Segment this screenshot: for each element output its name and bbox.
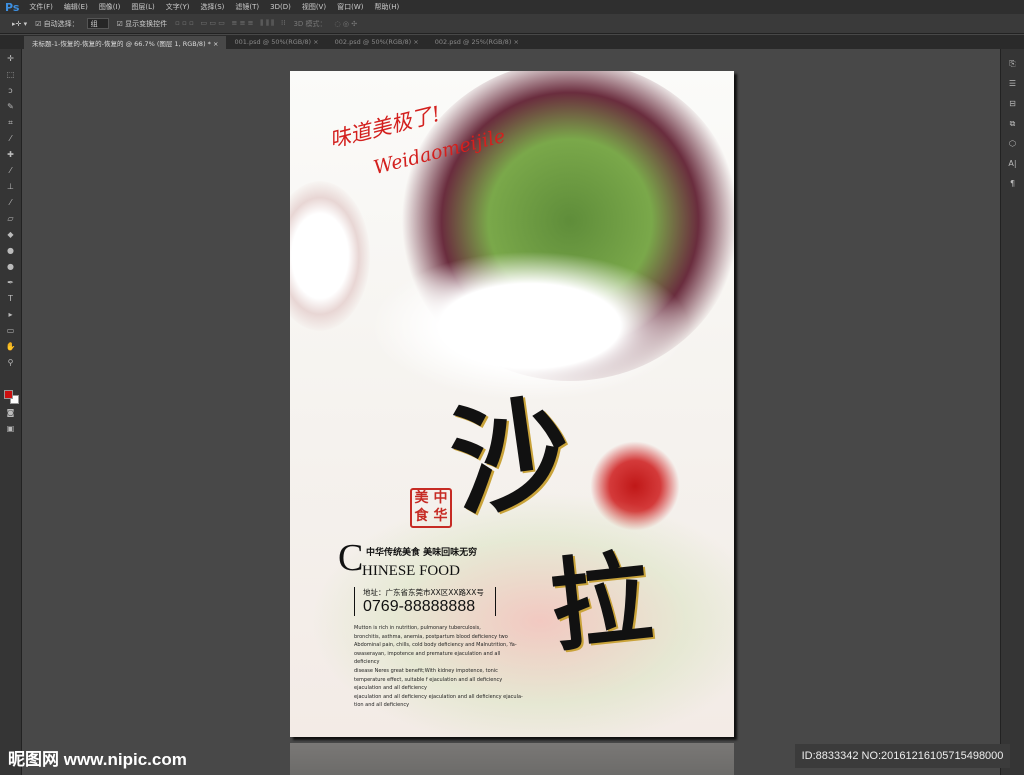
seal-stamp: 美中食华	[410, 488, 452, 528]
auto-select-dropdown[interactable]: 组	[86, 18, 109, 29]
chinese-food-initial: C	[338, 537, 364, 579]
move-tool-icon[interactable]: ✛	[5, 54, 17, 64]
tab-label: 未标题-1-恢复的-恢复的-恢复的 @ 66.7% (图层 1, RGB/8) …	[32, 40, 211, 48]
menu-help[interactable]: 帮助(H)	[374, 2, 399, 12]
eraser-tool-icon[interactable]: ▱	[5, 214, 17, 224]
image-id-label: ID:8833342 NO:20161216105715498000	[795, 744, 1010, 768]
brush-tool-icon[interactable]: ⁄	[5, 166, 17, 176]
close-icon[interactable]: ×	[213, 40, 218, 48]
body-line: temperature effect, suitable f ejaculati…	[354, 676, 503, 683]
body-line: Mutton is rich in nutrition, pulmonary t…	[354, 625, 481, 631]
menu-layer[interactable]: 图层(L)	[131, 2, 154, 12]
close-icon[interactable]: ×	[513, 38, 518, 46]
body-line: ejaculation and all deficiency ejaculati…	[354, 693, 523, 700]
body-line: disease Neres great benefit;With kidney …	[354, 667, 498, 674]
tab-document-1[interactable]: 未标题-1-恢复的-恢复的-恢复的 @ 66.7% (图层 1, RGB/8) …	[24, 36, 227, 49]
history-brush-icon[interactable]: ⁄	[5, 198, 17, 208]
nipic-watermark: 昵图网 www.nipic.com	[8, 750, 187, 769]
poster-canvas[interactable]: 味道美极了! Weidaomeijile 沙 拉 美中食华 C 中华传统美食 美…	[290, 71, 734, 737]
paint-bucket-icon[interactable]: ◆	[5, 230, 17, 240]
menu-3d[interactable]: 3D(D)	[270, 3, 291, 11]
panel-grip[interactable]	[0, 36, 24, 49]
shape-tool-icon[interactable]: ▭	[5, 326, 17, 336]
screen-mode-icon[interactable]: ▣	[5, 424, 17, 434]
lasso-tool-icon[interactable]: ↄ	[5, 86, 17, 96]
tab-label: 002.psd @ 50%(RGB/8)	[334, 38, 412, 46]
foreground-color-swatch[interactable]	[4, 390, 13, 399]
quick-mask-icon[interactable]: ◙	[5, 408, 17, 418]
options-bar: ▸✛ ▾ ☑ 自动选择： 组 ☑ 显示变换控件 ▫ ▫ ▫ ▭ ▭ ▭ ≡ ≡ …	[0, 14, 1024, 34]
subtitle: 中华传统美食 美味回味无穷	[366, 548, 478, 558]
menu-file[interactable]: 文件(F)	[29, 2, 53, 12]
tab-label: 002.psd @ 25%(RGB/8)	[434, 38, 512, 46]
body-line: Abdominal pain, chills, cold body defici…	[354, 642, 517, 649]
seal-char: 华	[433, 508, 448, 524]
tab-document-4[interactable]: 002.psd @ 25%(RGB/8) ×	[427, 36, 527, 49]
close-icon[interactable]: ×	[413, 38, 418, 46]
menu-view[interactable]: 视图(V)	[302, 2, 326, 12]
menu-window[interactable]: 窗口(W)	[337, 2, 363, 12]
chinese-food-heading: HINESE FOOD	[362, 563, 460, 579]
menu-edit[interactable]: 编辑(E)	[64, 2, 88, 12]
path-select-icon[interactable]: ▸	[5, 310, 17, 320]
show-transform-label: 显示变换控件	[125, 19, 168, 28]
menu-image[interactable]: 图像(I)	[99, 2, 121, 12]
quick-select-tool-icon[interactable]: ✎	[5, 102, 17, 112]
tab-document-2[interactable]: 001.psd @ 50%(RGB/8) ×	[226, 36, 326, 49]
3d-icon[interactable]: ⬡	[1007, 139, 1019, 149]
eyedropper-tool-icon[interactable]: ⁄	[5, 134, 17, 144]
menu-select[interactable]: 选择(S)	[200, 2, 224, 12]
type-tool-icon[interactable]: T	[5, 294, 17, 304]
move-tool-icon[interactable]: ▸✛ ▾	[12, 20, 27, 28]
right-panel-dock: ⎘ ☰ ⊟ ⧉ ⬡ A| ¶	[1000, 49, 1024, 775]
character-icon[interactable]: A|	[1007, 159, 1019, 169]
phone-number: 0769-88888888	[363, 598, 476, 615]
crop-tool-icon[interactable]: ⌗	[5, 118, 17, 128]
poster-reflection	[290, 743, 734, 775]
document-tabs: 未标题-1-恢复的-恢复的-恢复的 @ 66.7% (图层 1, RGB/8) …	[0, 35, 1024, 49]
body-line: owaserayan, impotence and premature ejac…	[354, 650, 501, 666]
tab-document-3[interactable]: 002.psd @ 50%(RGB/8) ×	[327, 36, 427, 49]
tools-panel: ✛ ⬚ ↄ ✎ ⌗ ⁄ ✚ ⁄ ⊥ ⁄ ▱ ◆ ● ● ✒ T ▸ ▭ ✋ ⚲ …	[0, 49, 22, 775]
body-line: tion and all deficiency	[354, 702, 410, 709]
menu-bar: Ps 文件(F) 编辑(E) 图像(I) 图层(L) 文字(Y) 选择(S) 滤…	[0, 0, 1024, 14]
menu-type[interactable]: 文字(Y)	[166, 2, 190, 12]
show-transform-checkbox[interactable]: ☑ 显示变换控件	[117, 19, 168, 29]
blur-tool-icon[interactable]: ●	[5, 246, 17, 256]
body-line: bronchitis, asthma, anemia, postpartum b…	[354, 633, 508, 640]
align-icons[interactable]: ▫ ▫ ▫ ▭ ▭ ▭ ≡ ≡ ≡ ⫼ ⫼ ⫼ ⁞⁞	[175, 19, 285, 28]
zoom-tool-icon[interactable]: ⚲	[5, 358, 17, 368]
paragraph-icon[interactable]: ¶	[1007, 179, 1019, 189]
hand-tool-icon[interactable]: ✋	[5, 342, 17, 352]
sauce-jug-image	[290, 181, 370, 331]
healing-tool-icon[interactable]: ✚	[5, 150, 17, 160]
history-icon[interactable]: ⎘	[1007, 59, 1019, 69]
menu-filter[interactable]: 滤镜(T)	[235, 2, 259, 12]
3d-rotate-icons[interactable]: ◌ ◎ ✣	[335, 20, 358, 28]
seal-char: 食	[414, 508, 429, 524]
seal-char: 中	[433, 490, 448, 506]
auto-select-checkbox[interactable]: ☑ 自动选择：	[35, 19, 79, 29]
3d-mode-label: 3D 模式：	[293, 19, 327, 28]
contact-box: 地址：广东省东莞市XX区XX路XX号 0769-88888888	[354, 587, 496, 616]
properties-icon[interactable]: ☰	[1007, 79, 1019, 89]
body-line: ejaculation and all deficiency	[354, 685, 427, 692]
pen-tool-icon[interactable]: ✒	[5, 278, 17, 288]
dodge-tool-icon[interactable]: ●	[5, 262, 17, 272]
body-text: Mutton is rich in nutrition, pulmonary t…	[354, 624, 524, 710]
seal-char: 美	[414, 490, 429, 506]
auto-select-label: 自动选择：	[43, 19, 79, 28]
photoshop-logo: Ps	[5, 0, 20, 14]
title-char-la: 拉	[544, 538, 657, 666]
title-char-sha: 沙	[442, 379, 579, 534]
marquee-tool-icon[interactable]: ⬚	[5, 70, 17, 80]
layers-icon[interactable]: ⧉	[1007, 119, 1019, 129]
close-icon[interactable]: ×	[313, 38, 318, 46]
address-text: 地址：广东省东莞市XX区XX路XX号	[363, 588, 484, 597]
tab-label: 001.psd @ 50%(RGB/8)	[234, 38, 312, 46]
adjustments-icon[interactable]: ⊟	[1007, 99, 1019, 109]
stamp-tool-icon[interactable]: ⊥	[5, 182, 17, 192]
